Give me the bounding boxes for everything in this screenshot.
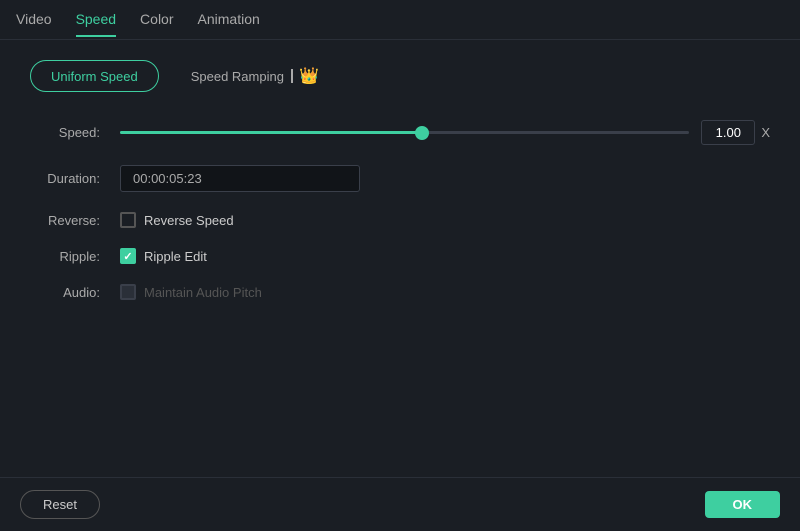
speed-value-input[interactable]	[701, 120, 755, 145]
duration-label: Duration:	[30, 171, 120, 186]
top-nav: Video Speed Color Animation	[0, 0, 800, 40]
reverse-checkbox[interactable]	[120, 212, 136, 228]
crown-icon: 👑	[299, 66, 319, 86]
ripple-control: Ripple Edit	[120, 248, 770, 264]
tab-animation[interactable]: Animation	[198, 3, 260, 37]
tab-video[interactable]: Video	[16, 3, 52, 37]
reset-button[interactable]: Reset	[20, 490, 100, 519]
ok-button[interactable]: OK	[705, 491, 781, 518]
uniform-speed-button[interactable]: Uniform Speed	[30, 60, 159, 92]
audio-label: Audio:	[30, 285, 120, 300]
reverse-control: Reverse Speed	[120, 212, 770, 228]
tab-color[interactable]: Color	[140, 3, 173, 37]
audio-checkbox-label: Maintain Audio Pitch	[144, 285, 262, 300]
ripple-label: Ripple:	[30, 249, 120, 264]
audio-control: Maintain Audio Pitch	[120, 284, 770, 300]
speed-label: Speed:	[30, 125, 120, 140]
ripple-checkbox-row: Ripple Edit	[120, 248, 207, 264]
speed-ramping-button[interactable]: Speed Ramping 👑	[171, 60, 339, 92]
audio-row: Audio: Maintain Audio Pitch	[30, 284, 770, 300]
ripple-checkbox[interactable]	[120, 248, 136, 264]
speed-slider-container[interactable]	[120, 131, 689, 134]
main-content: Uniform Speed Speed Ramping 👑 Speed: X	[0, 40, 800, 477]
reverse-label: Reverse:	[30, 213, 120, 228]
tab-speed[interactable]: Speed	[76, 3, 116, 37]
reverse-checkbox-row: Reverse Speed	[120, 212, 234, 228]
reverse-row: Reverse: Reverse Speed	[30, 212, 770, 228]
speed-row: Speed: X	[30, 120, 770, 145]
cursor-indicator	[291, 69, 293, 83]
speed-control: X	[120, 120, 770, 145]
audio-checkbox	[120, 284, 136, 300]
ripple-row: Ripple: Ripple Edit	[30, 248, 770, 264]
duration-control	[120, 165, 770, 192]
speed-unit-label: X	[761, 125, 770, 140]
reverse-checkbox-label: Reverse Speed	[144, 213, 234, 228]
speed-ramping-label: Speed Ramping	[191, 69, 284, 84]
ripple-checkbox-label: Ripple Edit	[144, 249, 207, 264]
duration-row: Duration:	[30, 165, 770, 192]
speed-mode-toggle: Uniform Speed Speed Ramping 👑	[30, 60, 770, 92]
duration-input[interactable]	[120, 165, 360, 192]
speed-value-box: X	[701, 120, 770, 145]
bottom-bar: Reset OK	[0, 477, 800, 531]
audio-checkbox-row: Maintain Audio Pitch	[120, 284, 262, 300]
